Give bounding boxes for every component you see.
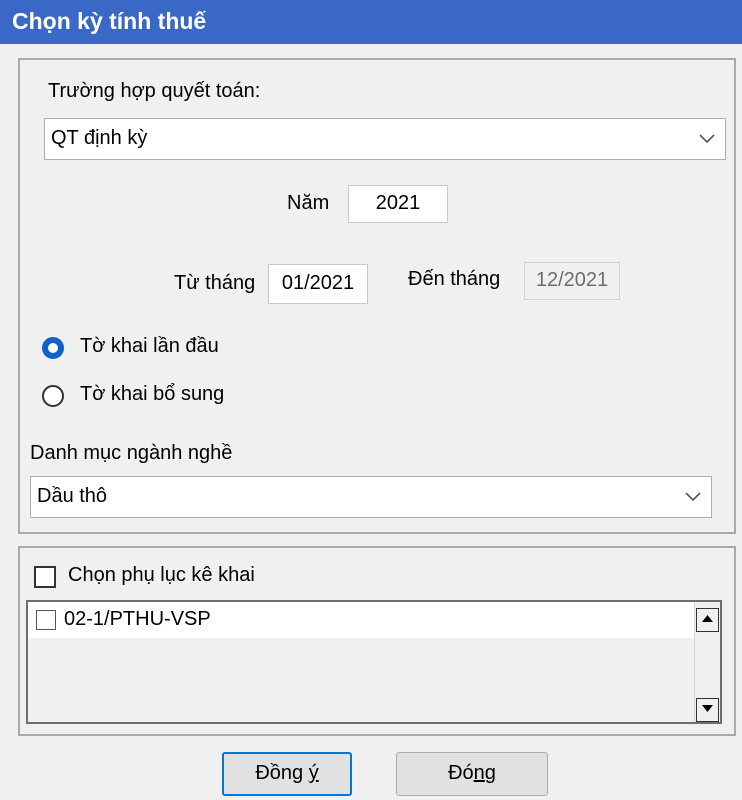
- industry-dropdown[interactable]: Dầu thô: [30, 476, 712, 518]
- from-month-label: Từ tháng: [174, 272, 256, 294]
- appendix-item-checkbox[interactable]: [36, 610, 56, 630]
- supplementary-declaration-label: Tờ khai bổ sung: [80, 383, 225, 405]
- appendix-list[interactable]: 02-1/PTHU-VSP: [26, 600, 722, 724]
- vertical-scrollbar[interactable]: [694, 602, 720, 722]
- settlement-type-value: QT định kỳ: [51, 127, 148, 149]
- select-appendix-checkbox[interactable]: [34, 566, 56, 588]
- first-declaration-radio[interactable]: [42, 337, 64, 359]
- from-month-field[interactable]: 01/2021: [268, 264, 368, 304]
- close-button-label-end: g: [484, 762, 496, 784]
- chevron-down-icon: [699, 134, 715, 144]
- first-declaration-label: Tờ khai lần đầu: [80, 335, 219, 357]
- list-item[interactable]: 02-1/PTHU-VSP: [28, 602, 694, 638]
- select-appendix-label: Chọn phụ lục kê khai: [68, 564, 255, 586]
- scroll-down-button[interactable]: [696, 698, 719, 722]
- from-month-value: 01/2021: [281, 272, 355, 294]
- year-value: 2021: [375, 192, 421, 214]
- settlement-type-label: Trường hợp quyết toán:: [48, 80, 261, 102]
- ok-button-label: Đồng: [255, 762, 309, 784]
- settlement-type-dropdown[interactable]: QT định kỳ: [44, 118, 726, 160]
- triangle-up-icon: [702, 615, 713, 622]
- year-label: Năm: [287, 192, 330, 214]
- chevron-down-icon: [685, 492, 701, 502]
- scroll-up-button[interactable]: [696, 608, 719, 632]
- industry-value: Dầu thô: [37, 485, 108, 507]
- title-bar: Chọn kỳ tính thuế: [0, 0, 742, 44]
- industry-label: Danh mục ngành nghề: [30, 442, 233, 464]
- window-title: Chọn kỳ tính thuế: [12, 8, 207, 34]
- ok-button[interactable]: Đồng ý: [222, 752, 352, 796]
- appendix-item-label: 02-1/PTHU-VSP: [64, 608, 211, 630]
- close-button-label: Đó: [448, 762, 474, 784]
- close-button[interactable]: Đóng: [396, 752, 548, 796]
- ok-button-accelerator: ý: [308, 762, 319, 784]
- triangle-down-icon: [702, 705, 713, 712]
- close-button-accelerator: n: [473, 762, 485, 784]
- supplementary-declaration-radio[interactable]: [42, 385, 64, 407]
- year-field[interactable]: 2021: [348, 185, 448, 223]
- to-month-value: 12/2021: [535, 269, 609, 291]
- to-month-field: 12/2021: [524, 262, 620, 300]
- to-month-label: Đến tháng: [408, 268, 501, 290]
